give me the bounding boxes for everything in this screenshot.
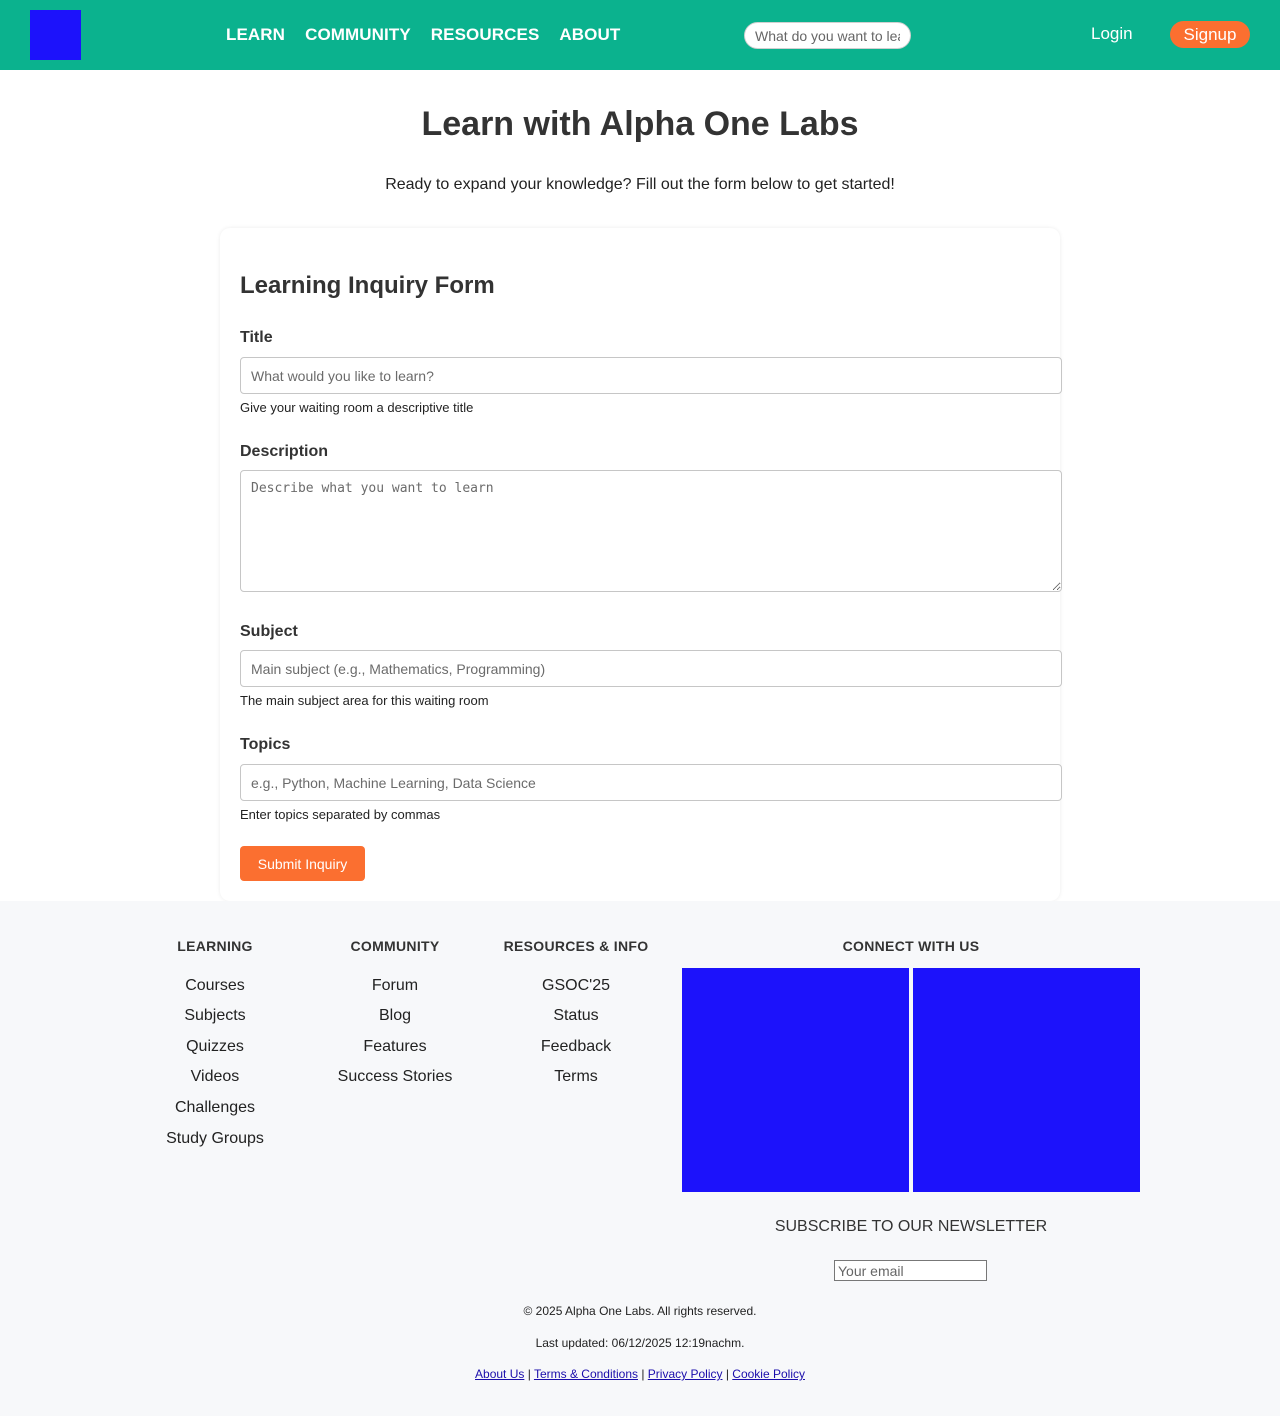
topics-help-text: Enter topics separated by commas (240, 807, 441, 822)
newsletter-email-input[interactable] (834, 1260, 987, 1281)
footer-link-forum[interactable]: Forum (315, 977, 475, 995)
terms-conditions-link[interactable]: Terms & Conditions (534, 1367, 638, 1381)
signup-button[interactable]: Signup (1170, 21, 1250, 48)
topics-input[interactable] (240, 764, 1062, 801)
form-title: Learning Inquiry Form (240, 272, 495, 299)
title-label: Title (240, 329, 273, 346)
page-title: Learn with Alpha One Labs (421, 105, 859, 143)
footer-link-blog[interactable]: Blog (315, 1007, 475, 1025)
footer-link-gsoc[interactable]: GSOC'25 (496, 977, 656, 995)
footer-connect-heading: CONNECT WITH US (842, 938, 980, 954)
social-image-2[interactable] (913, 968, 1140, 1192)
footer-link-challenges[interactable]: Challenges (135, 1099, 295, 1117)
footer-link-quizzes[interactable]: Quizzes (135, 1038, 295, 1056)
last-updated-text: Last updated: 06/12/2025 12:19nachm. (535, 1336, 745, 1350)
newsletter-heading: SUBSCRIBE TO OUR NEWSLETTER (774, 1218, 1048, 1235)
nav-community[interactable]: COMMUNITY (305, 25, 411, 45)
footer-link-status[interactable]: Status (496, 1007, 656, 1025)
footer-link-terms[interactable]: Terms (496, 1068, 656, 1086)
main-nav: LEARN COMMUNITY RESOURCES ABOUT (226, 0, 640, 70)
page-subtitle: Ready to expand your knowledge? Fill out… (385, 176, 895, 193)
footer-link-courses[interactable]: Courses (135, 977, 295, 995)
footer-link-success-stories[interactable]: Success Stories (315, 1068, 475, 1086)
subject-label: Subject (240, 623, 298, 640)
subject-input[interactable] (240, 650, 1062, 687)
footer-link-study-groups[interactable]: Study Groups (135, 1130, 295, 1148)
title-help-text: Give your waiting room a descriptive tit… (240, 400, 474, 415)
description-textarea[interactable] (240, 470, 1062, 592)
footer-link-videos[interactable]: Videos (135, 1068, 295, 1086)
footer-resources-heading: RESOURCES & INFO (503, 938, 649, 954)
footer-link-features[interactable]: Features (315, 1038, 475, 1056)
login-link[interactable]: Login (1091, 24, 1133, 44)
social-image-1[interactable] (682, 968, 909, 1192)
submit-inquiry-button[interactable]: Submit Inquiry (240, 846, 365, 881)
subject-help-text: The main subject area for this waiting r… (240, 693, 489, 708)
footer-link-feedback[interactable]: Feedback (496, 1038, 656, 1056)
cookie-policy-link[interactable]: Cookie Policy (732, 1367, 805, 1381)
nav-learn[interactable]: LEARN (226, 25, 285, 45)
footer-link-subjects[interactable]: Subjects (135, 1007, 295, 1025)
description-label: Description (240, 443, 329, 460)
title-input[interactable] (240, 357, 1062, 394)
top-navbar: LEARN COMMUNITY RESOURCES ABOUT Login Si… (0, 0, 1280, 70)
nav-resources[interactable]: RESOURCES (431, 25, 540, 45)
site-logo[interactable] (30, 10, 81, 60)
footer-community-heading: COMMUNITY (350, 938, 440, 954)
nav-about[interactable]: ABOUT (559, 25, 620, 45)
topics-label: Topics (240, 736, 291, 753)
copyright-text: © 2025 Alpha One Labs. All rights reserv… (523, 1304, 757, 1318)
about-us-link[interactable]: About Us (475, 1367, 524, 1381)
search-input[interactable] (744, 22, 911, 49)
privacy-policy-link[interactable]: Privacy Policy (648, 1367, 723, 1381)
footer-learning-heading: LEARNING (177, 938, 253, 954)
legal-links: About Us | Terms & Conditions | Privacy … (0, 1367, 1280, 1381)
